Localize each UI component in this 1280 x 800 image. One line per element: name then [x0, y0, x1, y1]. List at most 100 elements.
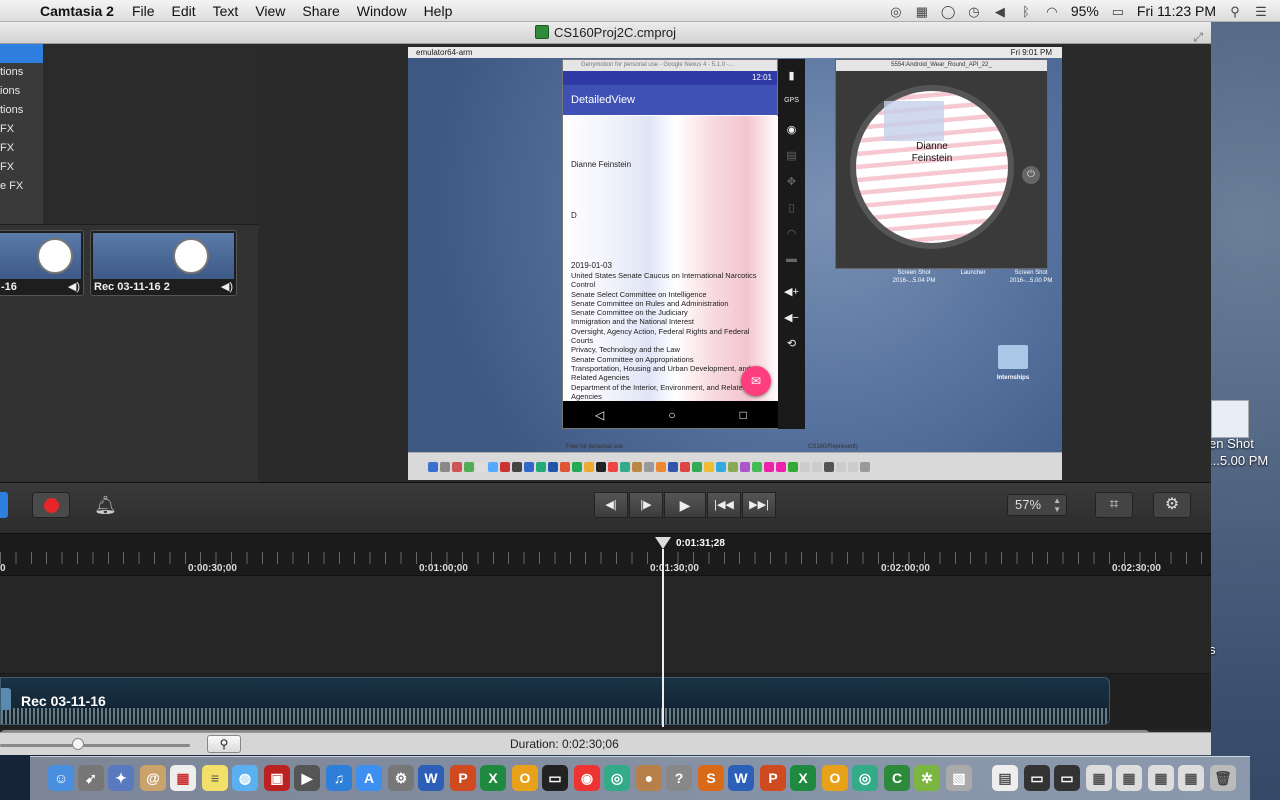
wifi-icon[interactable]: ◠ — [1045, 5, 1059, 18]
dpad-icon[interactable]: ✥ — [778, 175, 805, 188]
notification-center-icon[interactable]: ☰ — [1254, 5, 1268, 18]
terminal-doc-icon[interactable]: ▭ — [1024, 765, 1050, 791]
zoom-to-fit-button[interactable]: ⚲ — [207, 735, 241, 753]
menu-text[interactable]: Text — [213, 3, 239, 19]
image-capture-icon[interactable]: ▧ — [946, 765, 972, 791]
notes-icon[interactable]: ≡ — [202, 765, 228, 791]
rotate-icon[interactable]: ⟲ — [778, 337, 805, 350]
app-menu[interactable]: Camtasia 2 — [40, 3, 114, 19]
tool-item-cursor-fx[interactable]: FX — [0, 120, 43, 139]
system-preferences-icon[interactable]: ⚙ — [388, 765, 414, 791]
screenshot-icon[interactable]: ▦ — [1178, 765, 1204, 791]
tool-item-video-fx[interactable]: FX — [0, 158, 43, 177]
excel-icon[interactable]: X — [480, 765, 506, 791]
menu-window[interactable]: Window — [357, 3, 407, 19]
camtasia-icon[interactable]: C — [884, 765, 910, 791]
app-store-icon[interactable]: A — [356, 765, 382, 791]
record-button[interactable] — [32, 492, 70, 518]
video-icon[interactable]: ▤ — [778, 149, 805, 162]
email-fab-button[interactable]: ✉ — [741, 366, 771, 396]
rss-icon[interactable]: ◠ — [778, 227, 805, 240]
excel-icon[interactable]: X — [790, 765, 816, 791]
mail-icon[interactable]: ● — [636, 765, 662, 791]
desktop-screenshot-file[interactable] — [1211, 400, 1249, 438]
sublime-icon[interactable]: S — [698, 765, 724, 791]
tool-item-transitions[interactable]: ions — [0, 82, 43, 101]
next-button[interactable]: ▶▶| — [742, 492, 776, 518]
safari-icon[interactable]: ◎ — [604, 765, 630, 791]
menubar-clock[interactable]: Fri 11:23 PM — [1137, 3, 1216, 19]
clip-thumbnail[interactable]: -16 ◀) — [0, 230, 84, 296]
screenshot-icon[interactable]: ▦ — [1086, 765, 1112, 791]
menu-view[interactable]: View — [255, 3, 285, 19]
timeline-track-empty[interactable] — [0, 576, 1211, 674]
outlook-icon[interactable]: O — [512, 765, 538, 791]
finder-icon[interactable]: ☺ — [48, 765, 74, 791]
timeline-zoom-slider[interactable] — [0, 744, 190, 747]
chrome-icon[interactable]: ◉ — [574, 765, 600, 791]
crop-button[interactable]: ⌗ — [1095, 492, 1133, 518]
creative-cloud-icon[interactable]: ◎ — [889, 5, 903, 18]
watch-face[interactable]: Dianne Feinstein — [850, 85, 1014, 249]
tool-item-gesture-fx[interactable]: e FX — [0, 177, 43, 196]
spotlight-search-icon[interactable]: ⚲ — [1228, 5, 1242, 18]
android-studio-icon[interactable]: ✲ — [914, 765, 940, 791]
launchpad-icon[interactable]: ➹ — [78, 765, 104, 791]
playhead-handle[interactable] — [655, 537, 671, 549]
calendar-icon[interactable]: ▦ — [170, 765, 196, 791]
recents-icon[interactable]: □ — [740, 408, 747, 422]
volume-up-icon[interactable]: ◀+ — [778, 285, 805, 298]
gps-icon[interactable]: GPS — [778, 97, 805, 104]
menu-share[interactable]: Share — [302, 3, 339, 19]
help-icon[interactable]: ? — [666, 765, 692, 791]
preview-icon[interactable]: ✦ — [108, 765, 134, 791]
camtasia-recorder-icon[interactable]: ▦ — [915, 5, 929, 18]
messages-icon[interactable]: ◍ — [232, 765, 258, 791]
clip-thumbnail[interactable]: Rec 03-11-16 2 ◀) — [90, 230, 237, 296]
sms-icon[interactable]: ▬ — [778, 253, 805, 265]
step-back-button[interactable]: ◀| — [594, 492, 628, 518]
settings-button[interactable]: ⚙ — [1153, 492, 1191, 518]
timeline-clip[interactable]: Rec 03-11-16 — [0, 677, 1110, 725]
recording-preview[interactable]: emulator64-arm Fri 9:01 PM Genymotion fo… — [408, 47, 1062, 480]
tool-item-animations[interactable]: tions — [0, 101, 43, 120]
powerpoint-icon[interactable]: P — [760, 765, 786, 791]
volume-down-icon[interactable]: ◀− — [778, 311, 805, 324]
playhead-line[interactable] — [662, 549, 664, 727]
timeline-track[interactable]: Rec 03-11-16 — [0, 674, 1211, 729]
zoom-select[interactable]: 57% ▲ ▼ — [1007, 494, 1067, 516]
previous-button[interactable]: |◀◀ — [707, 492, 741, 518]
battery-icon[interactable]: ▭ — [1111, 5, 1125, 18]
facetime-icon[interactable]: ▶ — [294, 765, 320, 791]
play-button[interactable]: ▶ — [664, 492, 706, 518]
power-icon[interactable]: ⏻ — [1022, 166, 1040, 184]
back-icon[interactable]: ◁ — [595, 408, 604, 422]
screenshot-icon[interactable]: ▦ — [1116, 765, 1142, 791]
battery-icon[interactable]: ▮ — [778, 69, 805, 82]
itunes-icon[interactable]: ♫ — [326, 765, 352, 791]
time-machine-icon[interactable]: ◷ — [967, 5, 981, 18]
step-forward-button[interactable]: |▶ — [629, 492, 663, 518]
volume-icon[interactable]: ◀ — [993, 5, 1007, 18]
terminal-icon[interactable]: ▭ — [542, 765, 568, 791]
timeline-zoom-knob[interactable] — [72, 738, 84, 750]
safari-icon[interactable]: ◎ — [852, 765, 878, 791]
word-icon[interactable]: W — [728, 765, 754, 791]
trash-icon[interactable]: 🗑︎ — [1210, 765, 1236, 791]
screenshot-icon[interactable]: ▦ — [1148, 765, 1174, 791]
menu-edit[interactable]: Edit — [172, 3, 196, 19]
bluetooth-icon[interactable]: ᛒ — [1019, 5, 1033, 18]
time-ruler[interactable]: 0 0:00:30;00 0:01:00;00 0:01:30;00 0:02:… — [0, 534, 1211, 576]
tool-item-annotations[interactable]: tions — [0, 63, 43, 82]
terminal-doc-icon[interactable]: ▭ — [1054, 765, 1080, 791]
powerpoint-icon[interactable]: P — [450, 765, 476, 791]
document-icon[interactable]: ▤ — [992, 765, 1018, 791]
photo-booth-icon[interactable]: ▣ — [264, 765, 290, 791]
id-icon[interactable]: ▯ — [778, 201, 805, 214]
messages-icon[interactable]: ◯ — [941, 5, 956, 18]
camera-icon[interactable]: ◉ — [778, 123, 805, 136]
tool-item-selected[interactable] — [0, 44, 43, 63]
contacts-icon[interactable]: @ — [140, 765, 166, 791]
bell-icon[interactable]: 🔔︎ — [94, 495, 117, 516]
home-icon[interactable]: ○ — [668, 408, 675, 422]
